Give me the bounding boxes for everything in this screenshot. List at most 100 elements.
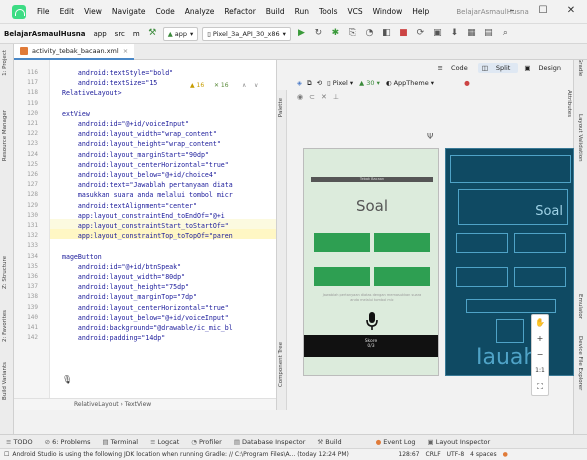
code-line[interactable]: android:layout_width="80dp" <box>62 273 185 281</box>
gradle-tool-tab[interactable]: Gradle <box>577 58 583 76</box>
layout-preview-phone[interactable]: Tebak Bacaan Soal Jawablah pertanyaan di… <box>303 148 439 376</box>
blueprint-toggle-icon[interactable]: ⧉ <box>307 79 312 88</box>
menu-code[interactable]: Code <box>151 7 180 16</box>
run-icon[interactable]: ▶ <box>296 28 307 39</box>
code-line[interactable]: android:id="@+id/btnSpeak" <box>62 263 181 271</box>
api-picker[interactable]: ▲ 30 ▾ <box>359 79 380 87</box>
menu-run[interactable]: Run <box>290 7 314 16</box>
avd-manager-icon[interactable]: ▣ <box>432 28 443 39</box>
project-structure-icon[interactable]: ▦ <box>466 28 477 39</box>
menu-tools[interactable]: Tools <box>314 7 342 16</box>
error-badge-icon[interactable]: ● <box>464 79 470 87</box>
menu-vcs[interactable]: VCS <box>342 7 367 16</box>
preview-choice-4[interactable] <box>374 267 430 286</box>
editor-breadcrumb[interactable]: RelativeLayout › TextView <box>14 398 276 410</box>
emulator-tool-tab[interactable]: Emulator <box>577 294 583 319</box>
close-tab-icon[interactable]: × <box>123 47 128 55</box>
sync-icon[interactable]: ⟳ <box>415 28 426 39</box>
preview-voice-hint[interactable]: Jawablah pertanyaan diatas dengan memasu… <box>320 293 424 303</box>
code-line[interactable]: mageButton <box>62 253 102 261</box>
code-line[interactable]: android:background="@drawable/ic_mic_bl <box>62 324 233 332</box>
line-separator[interactable]: CRLF <box>426 451 441 458</box>
code-editor[interactable]: 116 117 118 119 120 121 122 123 124 125 126 127 128 1… <box>14 60 276 398</box>
code-line[interactable]: app:layout_constraintTop_toTopOf="paren <box>62 232 233 240</box>
code-line[interactable]: android:layout_centerHorizontal="true" <box>62 304 229 312</box>
code-line[interactable]: android:layout_below="@+id/voiceInput" <box>62 314 229 322</box>
minimize-icon[interactable]: – <box>505 5 519 16</box>
zoom-in-icon[interactable]: + <box>532 331 548 347</box>
code-line[interactable]: android:layout_height="75dp" <box>62 283 189 291</box>
preview-choice-2[interactable] <box>374 233 430 252</box>
sdk-manager-icon[interactable]: ⬇ <box>449 28 460 39</box>
code-line[interactable]: android:textSize="15 <box>62 79 157 87</box>
problems-tool[interactable]: ⊘ 6: Problems <box>39 438 97 446</box>
apply-changes-icon[interactable]: ↻ <box>313 28 324 39</box>
indent-setting[interactable]: 4 spaces <box>470 451 496 458</box>
code-line[interactable]: android:layout_width="wrap_content" <box>62 130 217 138</box>
magnet-icon[interactable]: ⊂ <box>309 93 315 101</box>
theme-picker[interactable]: ◐ AppTheme ▾ <box>386 79 434 87</box>
code-line[interactable]: android:layout_marginTop="7dp" <box>62 293 197 301</box>
layout-inspector-tool[interactable]: ▣ Layout Inspector <box>422 438 497 446</box>
layout-validation-tool-tab[interactable]: Layout Validation <box>577 114 583 162</box>
preview-score-bar[interactable]: Skore 0/3 <box>304 335 438 357</box>
code-line[interactable]: app:layout_constraintStart_toStartOf=" <box>62 222 229 230</box>
caret-position[interactable]: 128:67 <box>398 451 419 458</box>
menu-navigate[interactable]: Navigate <box>107 7 151 16</box>
layout-inspector-icon[interactable]: ▤ <box>483 28 494 39</box>
mode-code[interactable]: ≡ Code <box>434 63 476 73</box>
zoom-fit-icon[interactable]: ⛶ <box>532 379 548 395</box>
event-log-tool[interactable]: ● Event Log <box>370 438 422 446</box>
attach-debugger-icon[interactable]: ⎘ <box>347 28 358 39</box>
device-select[interactable]: ▯ Pixel_3a_API_30_x86 ▾ <box>202 26 291 41</box>
database-inspector-tool[interactable]: ▤ Database Inspector <box>228 438 312 446</box>
hammer-icon[interactable]: ⚒ <box>147 28 158 39</box>
build-tool[interactable]: ⚒ Build <box>311 438 347 446</box>
build-variants-tool-tab[interactable]: Build Variants <box>2 362 8 400</box>
navigate-down-icon[interactable]: ∨ <box>254 82 258 89</box>
preview-soal-title[interactable]: Soal <box>304 197 440 215</box>
close-icon[interactable]: ✕ <box>564 5 578 16</box>
coverage-icon[interactable]: ◧ <box>381 28 392 39</box>
menu-view[interactable]: View <box>79 7 107 16</box>
component-tree-tool-tab[interactable]: Component Tree <box>278 342 284 387</box>
project-tool-tab[interactable]: 1: Project <box>2 50 8 76</box>
logcat-tool[interactable]: ≡ Logcat <box>144 438 185 446</box>
breadcrumb-app[interactable]: app <box>89 30 110 38</box>
menu-refactor[interactable]: Refactor <box>219 7 260 16</box>
device-file-explorer-tool-tab[interactable]: Device File Explorer <box>577 336 583 390</box>
orientation-icon[interactable]: ⟲ <box>317 79 322 87</box>
code-line[interactable]: android:textStyle="bold" <box>62 69 173 77</box>
terminal-tool[interactable]: ▤ Terminal <box>96 438 144 446</box>
favorites-tool-tab[interactable]: 2: Favorites <box>2 310 8 342</box>
zoom-out-icon[interactable]: − <box>532 347 548 363</box>
notification-icon[interactable]: ● <box>503 451 508 458</box>
preview-choice-3[interactable] <box>314 267 370 286</box>
code-line[interactable]: masukkan suara anda melalui tombol micr <box>62 191 233 199</box>
breadcrumb-m[interactable]: m <box>129 30 144 38</box>
todo-tool[interactable]: ≡ TODO <box>0 438 39 446</box>
breadcrumb-project[interactable]: BelajarAsmaulHusna <box>0 30 89 38</box>
eye-icon[interactable]: ◉ <box>297 93 303 101</box>
navigate-up-icon[interactable]: ∧ <box>242 82 246 89</box>
menu-edit[interactable]: Edit <box>55 7 80 16</box>
menu-help[interactable]: Help <box>407 7 434 16</box>
run-config-select[interactable]: ▲ app ▾ <box>162 26 199 41</box>
design-surface-icon[interactable]: ◈ <box>297 79 302 87</box>
menu-file[interactable]: File <box>32 7 55 16</box>
mode-design[interactable]: ▣ Design <box>520 63 569 73</box>
profile-icon[interactable]: ◔ <box>364 28 375 39</box>
preview-choice-1[interactable] <box>314 233 370 252</box>
code-line[interactable]: android:layout_marginStart="90dp" <box>62 151 209 159</box>
microphone-icon[interactable] <box>364 311 380 331</box>
guidelines-icon[interactable]: ⊥ <box>333 93 339 101</box>
clear-constraints-icon[interactable]: ✕ <box>321 93 327 101</box>
menu-analyze[interactable]: Analyze <box>180 7 220 16</box>
blueprint-preview[interactable]: Soal Iauah <box>445 148 574 376</box>
breadcrumb-src[interactable]: src <box>111 30 129 38</box>
maximize-icon[interactable]: ☐ <box>536 5 550 16</box>
menu-window[interactable]: Window <box>368 7 408 16</box>
status-message[interactable]: Android Studio is using the following JD… <box>12 451 392 458</box>
code-line[interactable]: android:layout_height="wrap_content" <box>62 140 221 148</box>
code-line[interactable]: android:layout_below="@+id/choice4" <box>62 171 217 179</box>
